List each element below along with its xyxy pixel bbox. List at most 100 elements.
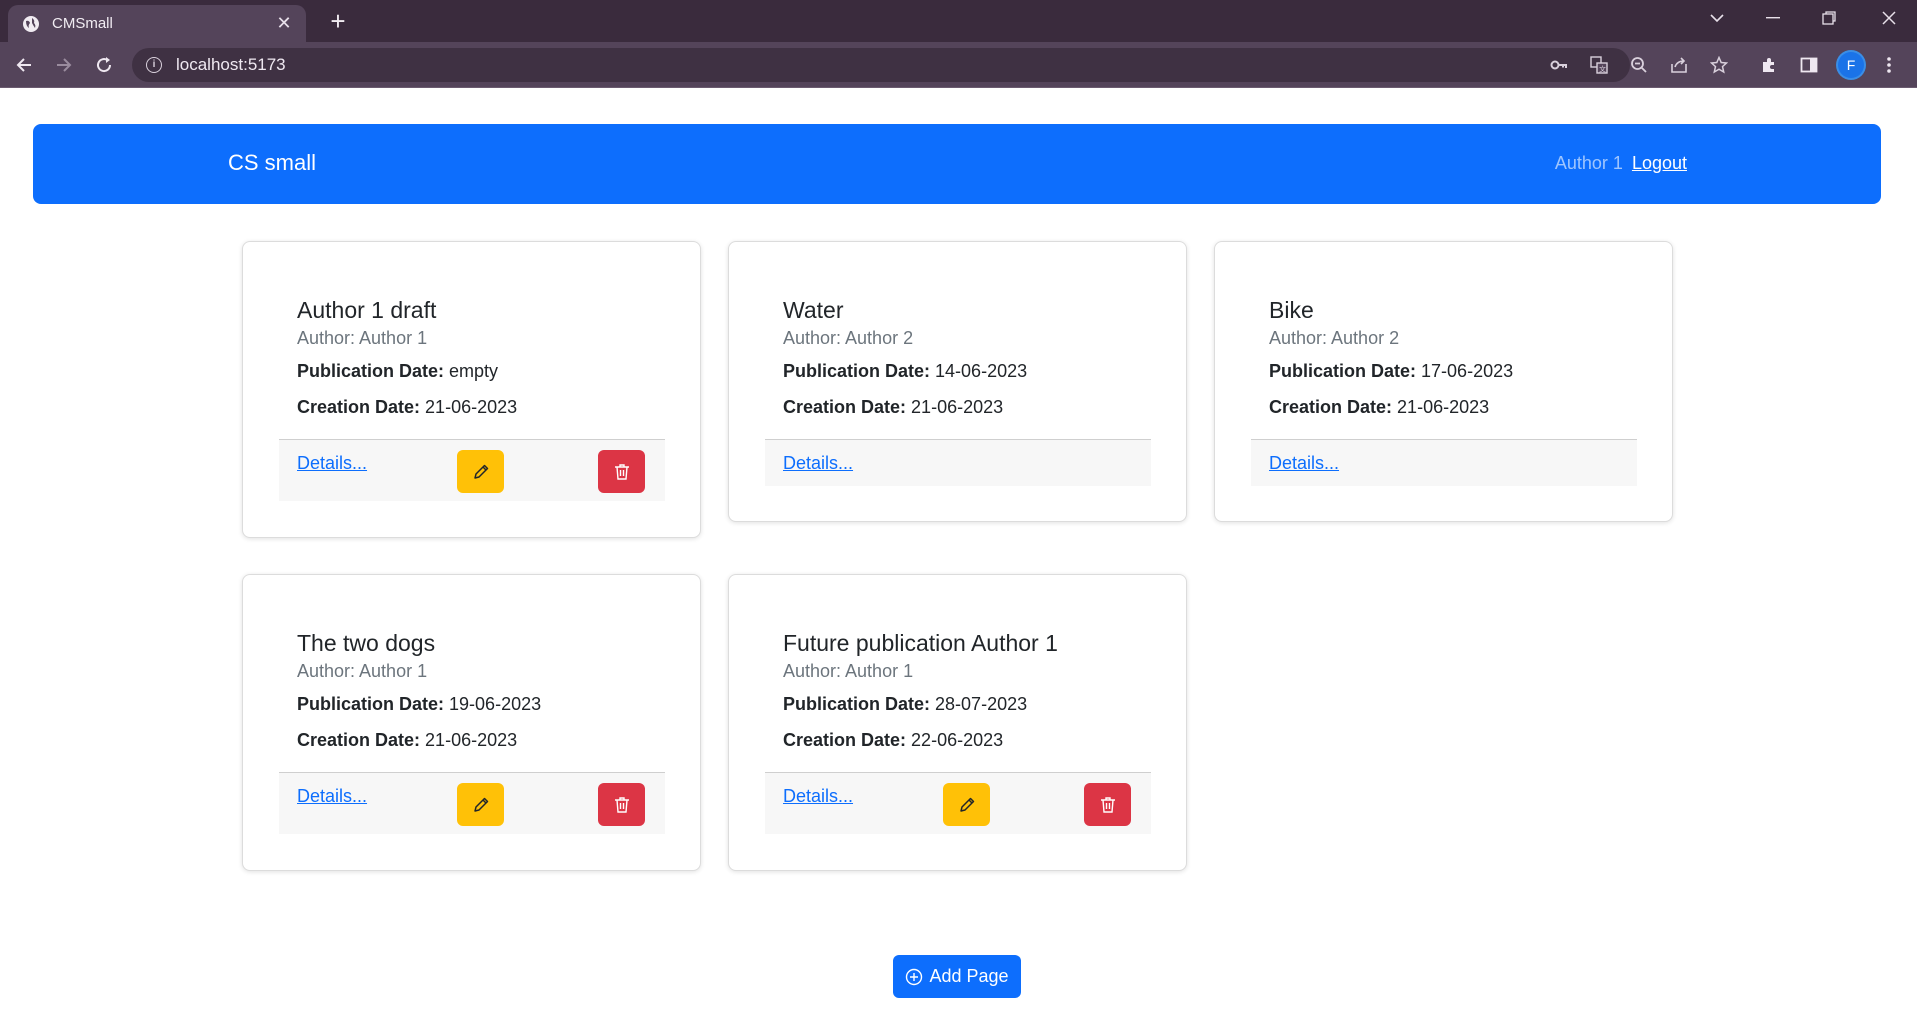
app-navbar: CS small Author 1 Logout: [33, 124, 1881, 204]
close-window-icon[interactable]: [1861, 0, 1917, 36]
svg-text:文: 文: [1599, 65, 1606, 74]
zoom-icon[interactable]: [1625, 51, 1653, 79]
url-text: localhost:5173: [176, 55, 286, 74]
card-title: The two dogs: [297, 630, 436, 656]
add-page-label: Add Page: [929, 966, 1009, 986]
publication-date-label: Publication Date:: [297, 694, 445, 714]
card-footer: Details...: [1251, 439, 1637, 486]
page-card: Water Author: Author 2 Publication Date:…: [728, 241, 1187, 522]
card-author: Author: Author 2: [1269, 328, 1400, 348]
details-link[interactable]: Details...: [783, 786, 853, 807]
publication-date-label: Publication Date:: [783, 694, 931, 714]
menu-kebab-icon[interactable]: [1875, 51, 1903, 79]
plus-circle-icon: [906, 968, 923, 985]
globe-icon: [22, 15, 40, 33]
side-panel-icon[interactable]: [1795, 51, 1823, 79]
publication-date-value: 17-06-2023: [1421, 361, 1514, 381]
card-footer: Details...: [765, 439, 1151, 486]
creation-date-value: 21-06-2023: [425, 730, 518, 750]
pencil-icon: [473, 464, 488, 479]
tab-search-icon[interactable]: [1689, 0, 1745, 36]
details-link[interactable]: Details...: [783, 453, 853, 474]
publication-date-value: empty: [449, 361, 499, 381]
creation-date-label: Creation Date:: [783, 730, 907, 750]
forward-icon[interactable]: [49, 50, 79, 80]
trash-icon: [614, 796, 629, 813]
close-tab-icon[interactable]: ✕: [274, 13, 294, 34]
profile-avatar[interactable]: F: [1838, 52, 1864, 78]
creation-date-label: Creation Date:: [297, 730, 421, 750]
details-link[interactable]: Details...: [297, 453, 367, 474]
translate-icon[interactable]: 文: [1585, 51, 1613, 79]
new-tab-icon[interactable]: +: [322, 6, 354, 38]
creation-date-label: Creation Date:: [297, 397, 421, 417]
browser-tab[interactable]: CMSmall ✕: [8, 5, 306, 42]
back-icon[interactable]: [9, 50, 39, 80]
pencil-icon: [959, 797, 974, 812]
creation-date: Creation Date: 21-06-2023: [1269, 397, 1489, 418]
browser-toolbar: i localhost:5173 文 F: [0, 42, 1917, 88]
app-brand[interactable]: CS small: [228, 150, 316, 176]
card-footer: Details...: [765, 772, 1151, 834]
creation-date: Creation Date: 22-06-2023: [783, 730, 1003, 751]
page-card: Bike Author: Author 2 Publication Date: …: [1214, 241, 1673, 522]
key-icon[interactable]: [1545, 51, 1573, 79]
edit-button[interactable]: [457, 783, 504, 826]
card-title: Future publication Author 1: [783, 630, 1058, 656]
user-name: Author 1: [1554, 153, 1623, 173]
trash-icon: [1100, 796, 1115, 813]
edit-button[interactable]: [943, 783, 990, 826]
logout-link[interactable]: Logout: [1632, 153, 1687, 173]
restore-icon[interactable]: [1801, 0, 1857, 36]
page-card: The two dogs Author: Author 1 Publicatio…: [242, 574, 701, 871]
creation-date-value: 21-06-2023: [911, 397, 1004, 417]
card-author: Author: Author 2: [783, 328, 914, 348]
edit-button[interactable]: [457, 450, 504, 493]
creation-date-label: Creation Date:: [1269, 397, 1393, 417]
creation-date-label: Creation Date:: [783, 397, 907, 417]
publication-date-label: Publication Date:: [783, 361, 931, 381]
pencil-icon: [473, 797, 488, 812]
trash-icon: [614, 463, 629, 480]
delete-button[interactable]: [598, 783, 645, 826]
site-info-icon[interactable]: i: [146, 57, 162, 73]
delete-button[interactable]: [598, 450, 645, 493]
add-page-button[interactable]: Add Page: [893, 955, 1021, 998]
publication-date-label: Publication Date:: [1269, 361, 1417, 381]
bookmark-star-icon[interactable]: [1705, 51, 1733, 79]
creation-date: Creation Date: 21-06-2023: [297, 397, 517, 418]
creation-date: Creation Date: 21-06-2023: [783, 397, 1003, 418]
minimize-icon[interactable]: [1745, 0, 1801, 36]
page-card: Future publication Author 1 Author: Auth…: [728, 574, 1187, 871]
publication-date: Publication Date: empty: [297, 361, 498, 382]
publication-date-value: 28-07-2023: [935, 694, 1028, 714]
card-author: Author: Author 1: [297, 328, 428, 348]
browser-tab-bar: CMSmall ✕ +: [0, 0, 1917, 42]
card-title: Water: [783, 297, 844, 323]
creation-date: Creation Date: 21-06-2023: [297, 730, 517, 751]
card-author: Author: Author 1: [783, 661, 914, 681]
publication-date-value: 19-06-2023: [449, 694, 542, 714]
card-title: Author 1 draft: [297, 297, 437, 323]
tab-title: CMSmall: [52, 15, 113, 32]
publication-date: Publication Date: 17-06-2023: [1269, 361, 1513, 382]
details-link[interactable]: Details...: [1269, 453, 1339, 474]
share-icon[interactable]: [1665, 51, 1693, 79]
creation-date-value: 22-06-2023: [911, 730, 1004, 750]
details-link[interactable]: Details...: [297, 786, 367, 807]
reload-icon[interactable]: [89, 50, 119, 80]
publication-date: Publication Date: 19-06-2023: [297, 694, 541, 715]
card-author: Author: Author 1: [297, 661, 428, 681]
delete-button[interactable]: [1084, 783, 1131, 826]
address-bar[interactable]: i localhost:5173: [132, 48, 1630, 82]
card-footer: Details...: [279, 439, 665, 501]
creation-date-value: 21-06-2023: [1397, 397, 1490, 417]
creation-date-value: 21-06-2023: [425, 397, 518, 417]
card-title: Bike: [1269, 297, 1314, 323]
extensions-icon[interactable]: [1755, 51, 1783, 79]
user-area: Author 1 Logout: [1555, 153, 1687, 174]
publication-date-label: Publication Date:: [297, 361, 445, 381]
publication-date: Publication Date: 28-07-2023: [783, 694, 1027, 715]
publication-date-value: 14-06-2023: [935, 361, 1028, 381]
page-card: Author 1 draft Author: Author 1 Publicat…: [242, 241, 701, 538]
